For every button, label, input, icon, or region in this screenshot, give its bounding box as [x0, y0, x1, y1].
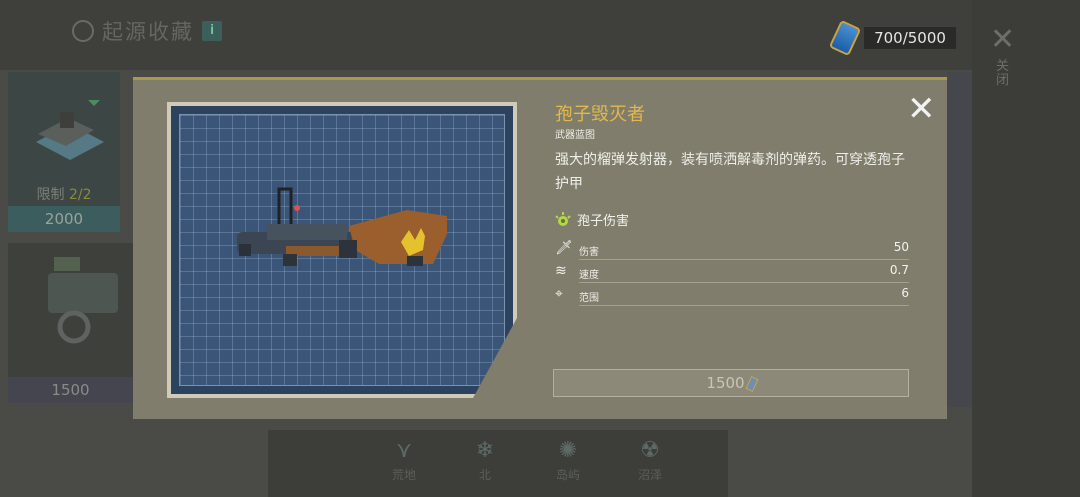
crosshair-icon: ⌖ [555, 286, 563, 302]
buy-price: 1500 [706, 374, 745, 392]
background-panel [947, 72, 972, 407]
speed-icon: ≋ [555, 263, 567, 279]
radiation-icon: ☢ [640, 438, 660, 463]
stat-range: ⌖ 范围 6 [555, 284, 909, 307]
vehicle-icon [48, 257, 118, 344]
collection-icon [72, 20, 94, 42]
region-tab-north[interactable]: ❄ 北 [460, 438, 510, 483]
close-icon[interactable]: ✕ [907, 92, 936, 126]
stat-damage: 🗡 伤害 50 [555, 238, 909, 261]
stat-label: 伤害 [579, 247, 599, 258]
close-icon[interactable]: ✕ [990, 22, 1015, 57]
currency-value: 700/5000 [864, 27, 956, 49]
knife-icon: 🗡 [555, 240, 573, 256]
island-icon: ✺ [558, 438, 578, 463]
stats-list: 🗡 伤害 50 ≋ 速度 0.7 ⌖ 范围 6 [555, 238, 909, 307]
stat-divider [579, 259, 909, 260]
blueprint-image [167, 102, 517, 398]
collection-card-2[interactable]: 1500 [8, 243, 133, 403]
background-side [972, 0, 1080, 497]
page-title: 起源收藏 [102, 20, 194, 44]
blueprint-modal: ✕ 孢子毁灭者 武器蓝图 强大的榴弹发射器，装有喷洒解毒剂的弹药。可穿透孢子护甲… [133, 77, 947, 419]
buy-button[interactable]: 1500 [553, 369, 909, 397]
info-icon[interactable]: i [202, 21, 222, 41]
stat-label: 范围 [579, 293, 599, 304]
stat-value: 0.7 [889, 263, 909, 277]
card-price: 1500 [8, 377, 133, 403]
snowflake-icon: ❄ [475, 438, 495, 463]
canister-icon [745, 375, 759, 392]
stat-divider [579, 282, 909, 283]
stat-value: 50 [893, 240, 909, 254]
limit-text: 限制 2/2 [36, 187, 92, 203]
workbench-icon [36, 100, 104, 160]
effect-tag: 孢子伤害 [555, 210, 629, 229]
card-price: 2000 [8, 206, 120, 232]
spore-icon [555, 211, 571, 228]
region-tab-swamp[interactable]: ☢ 沼泽 [625, 438, 675, 483]
region-tab-wasteland[interactable]: ⋎ 荒地 [379, 438, 429, 483]
weapon-type: 武器蓝图 [555, 130, 595, 141]
canister-icon [828, 19, 862, 57]
collection-card-1[interactable]: 限制 2/2 2000 [8, 72, 120, 232]
grass-icon: ⋎ [395, 438, 413, 463]
weapon-description: 强大的榴弹发射器，装有喷洒解毒剂的弹药。可穿透孢子护甲 [555, 152, 905, 192]
close-label[interactable]: 关闭 [996, 60, 1010, 88]
stat-label: 速度 [579, 270, 599, 281]
currency-display: 700/5000 [828, 19, 956, 57]
effect-label: 孢子伤害 [577, 214, 630, 229]
stat-divider [579, 305, 909, 306]
stat-value: 6 [901, 286, 909, 300]
grenade-launcher-icon [237, 187, 447, 266]
stat-speed: ≋ 速度 0.7 [555, 261, 909, 284]
region-tab-island[interactable]: ✺ 岛屿 [543, 438, 593, 483]
page-header: 起源收藏 i [72, 16, 222, 46]
weapon-name: 孢子毁灭者 [555, 104, 645, 125]
page-curl [473, 318, 517, 398]
